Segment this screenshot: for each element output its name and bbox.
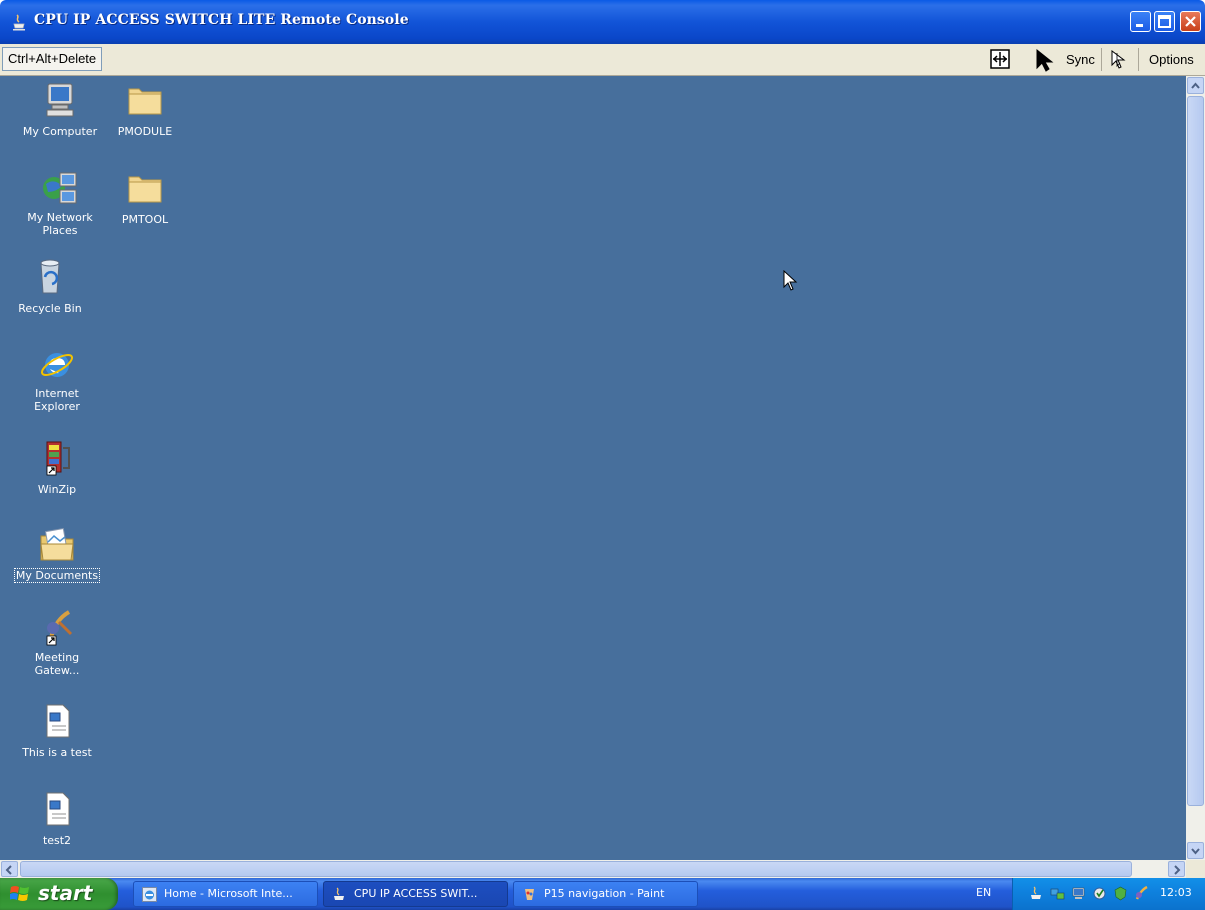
scroll-right-button[interactable] bbox=[1168, 861, 1185, 877]
desktop-icon-label: My Network Places bbox=[27, 211, 93, 237]
paint-icon bbox=[525, 889, 534, 900]
desktop-icon-winzip[interactable]: WinZip bbox=[10, 438, 104, 497]
options-button[interactable]: Options bbox=[1149, 52, 1194, 67]
computer-icon bbox=[46, 83, 74, 117]
minimize-icon bbox=[1136, 24, 1143, 27]
minimize-button[interactable] bbox=[1130, 11, 1151, 32]
desktop-icon-pmtool[interactable]: PMTOOL bbox=[98, 168, 192, 227]
fit-screen-icon[interactable] bbox=[990, 49, 1010, 69]
horizontal-scrollbar[interactable] bbox=[0, 860, 1186, 878]
toolbar-divider bbox=[1101, 48, 1102, 71]
winzip-icon bbox=[46, 441, 70, 476]
scroll-down-button[interactable] bbox=[1187, 842, 1204, 859]
taskbar-button-label: CPU IP ACCESS SWIT... bbox=[354, 887, 478, 900]
folder-icon bbox=[128, 176, 162, 203]
taskbar-button-label: Home - Microsoft Inte... bbox=[164, 887, 293, 900]
desktop-icon-this-is-a-test[interactable]: This is a test bbox=[10, 701, 104, 760]
desktop-icon-label: Recycle Bin bbox=[18, 302, 82, 315]
ie-window-icon bbox=[142, 887, 157, 902]
network-tray-icon[interactable] bbox=[1050, 886, 1065, 901]
taskbar-button-home-ie[interactable]: Home - Microsoft Inte... bbox=[133, 881, 318, 907]
desktop-icon-meeting-gateway[interactable]: Meeting Gatew... bbox=[10, 608, 104, 678]
window-title-bar[interactable]: CPU IP ACCESS SWITCH LITE Remote Console bbox=[0, 0, 1205, 44]
maximize-icon bbox=[1158, 15, 1171, 28]
desktop-icon-label: test2 bbox=[42, 834, 72, 847]
taskbar: start Home - Microsoft Inte... CPU IP AC… bbox=[0, 878, 1205, 910]
taskbar-button-label: P15 navigation - Paint bbox=[544, 887, 665, 900]
remote-desktop[interactable]: My Computer PMODULE My Network Places PM… bbox=[0, 76, 1186, 860]
document-icon bbox=[46, 704, 70, 738]
computer-tray-icon[interactable] bbox=[1071, 886, 1086, 901]
folder-icon bbox=[128, 88, 162, 115]
desktop-icon-label: My Documents bbox=[13, 568, 101, 583]
taskbar-button-remote-console[interactable]: CPU IP ACCESS SWIT... bbox=[323, 881, 508, 907]
window-title: CPU IP ACCESS SWITCH LITE Remote Console bbox=[34, 12, 409, 28]
dual-cursor-icon[interactable] bbox=[1110, 49, 1130, 71]
document-icon bbox=[46, 792, 70, 826]
chevron-down-icon bbox=[1191, 848, 1200, 855]
clock: 12:03 bbox=[1160, 886, 1192, 899]
console-toolbar: Ctrl+Alt+Delete Sync Options bbox=[0, 44, 1205, 76]
recycle-bin-icon bbox=[40, 259, 60, 294]
desktop-icon-label: This is a test bbox=[22, 746, 92, 759]
windows-logo-icon bbox=[10, 886, 29, 901]
desktop-icon-recycle-bin[interactable]: Recycle Bin bbox=[3, 257, 97, 316]
start-button[interactable]: start bbox=[0, 878, 118, 910]
desktop-icon-label: My Computer bbox=[22, 125, 98, 138]
network-icon bbox=[43, 172, 77, 204]
java-icon bbox=[334, 887, 344, 900]
single-cursor-icon[interactable] bbox=[1034, 48, 1056, 72]
desktop-icon-label: Meeting Gatew... bbox=[34, 651, 80, 677]
desktop-icon-my-documents[interactable]: My Documents bbox=[10, 524, 104, 583]
ctrl-alt-delete-button[interactable]: Ctrl+Alt+Delete bbox=[2, 47, 103, 71]
update-tray-icon[interactable] bbox=[1092, 886, 1107, 901]
desktop-icon-label: PMTOOL bbox=[121, 213, 169, 226]
desktop-icon-my-computer[interactable]: My Computer bbox=[13, 80, 107, 139]
language-indicator[interactable]: EN bbox=[976, 886, 991, 899]
maximize-button[interactable] bbox=[1154, 11, 1175, 32]
sync-button[interactable]: Sync bbox=[1066, 52, 1095, 67]
desktop-icon-internet-explorer[interactable]: Internet Explorer bbox=[10, 344, 104, 414]
chevron-left-icon bbox=[5, 865, 12, 875]
chevron-up-icon bbox=[1191, 82, 1200, 89]
taskbar-button-paint[interactable]: P15 navigation - Paint bbox=[513, 881, 698, 907]
desktop-icon-test2[interactable]: test2 bbox=[10, 789, 104, 848]
desktop-icon-label: PMODULE bbox=[117, 125, 173, 138]
java-icon bbox=[13, 14, 25, 31]
horizontal-scroll-thumb[interactable] bbox=[20, 861, 1132, 877]
scroll-up-button[interactable] bbox=[1187, 77, 1204, 94]
close-icon bbox=[1185, 16, 1196, 27]
java-tray-icon[interactable] bbox=[1029, 886, 1044, 901]
desktop-icon-label: WinZip bbox=[37, 483, 77, 496]
antivirus-tray-icon[interactable] bbox=[1113, 886, 1128, 901]
toolbar-divider bbox=[1138, 48, 1139, 71]
scrollbar-corner bbox=[1186, 860, 1205, 878]
internet-explorer-icon bbox=[40, 353, 74, 377]
vertical-scroll-thumb[interactable] bbox=[1187, 96, 1204, 806]
close-button[interactable] bbox=[1180, 11, 1201, 32]
start-label: start bbox=[38, 881, 93, 905]
scroll-left-button[interactable] bbox=[1, 861, 18, 877]
documents-folder-icon bbox=[40, 527, 74, 561]
desktop-icon-pmodule[interactable]: PMODULE bbox=[98, 80, 192, 139]
meeting-gateway-icon bbox=[46, 610, 73, 646]
meeting-tray-icon[interactable] bbox=[1134, 886, 1149, 901]
desktop-icon-label: Internet Explorer bbox=[34, 387, 80, 413]
chevron-right-icon bbox=[1174, 865, 1181, 875]
vertical-scrollbar[interactable] bbox=[1186, 76, 1205, 860]
mouse-pointer-icon bbox=[783, 270, 798, 291]
desktop-icon-my-network-places[interactable]: My Network Places bbox=[13, 168, 107, 238]
